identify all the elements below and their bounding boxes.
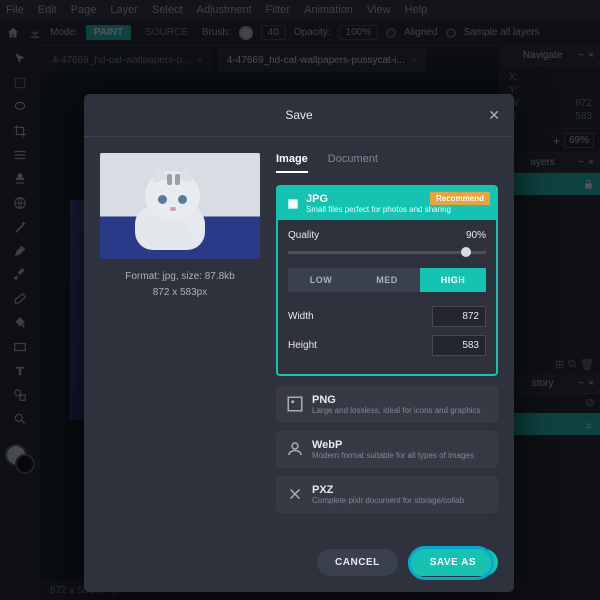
png-subtitle: Large and lossless, ideal for icons and …: [312, 406, 481, 415]
webp-icon: [286, 440, 304, 458]
cancel-button[interactable]: CANCEL: [317, 549, 398, 576]
preview-meta: Format: jpg, size: 87.8kb 872 x 583px: [100, 269, 260, 301]
quality-med[interactable]: MED: [354, 268, 420, 292]
preview-column: Format: jpg, size: 87.8kb 872 x 583px: [100, 153, 260, 521]
save-tabs: Image Document: [276, 153, 498, 173]
close-icon[interactable]: ✕: [488, 107, 500, 124]
format-png[interactable]: PNGLarge and lossless, ideal for icons a…: [276, 386, 498, 423]
height-label: Height: [288, 340, 317, 351]
webp-subtitle: Modern format suitable for all types of …: [312, 451, 474, 460]
quality-label: Quality: [288, 230, 319, 241]
options-column: Image Document JPG Small files perfect f…: [276, 153, 498, 521]
format-webp[interactable]: WebPModern format suitable for all types…: [276, 431, 498, 468]
quality-value: 90%: [466, 230, 486, 241]
save-as-button[interactable]: SAVE AS: [408, 549, 498, 576]
height-input[interactable]: [432, 335, 486, 356]
quality-high[interactable]: HIGH: [420, 268, 486, 292]
save-dialog: Save ✕ Format: jpg, size: 87.8kb 8: [84, 94, 514, 592]
width-input[interactable]: [432, 306, 486, 327]
webp-title: WebP: [312, 439, 474, 451]
dimensions-text: 872 x 583px: [100, 285, 260, 301]
quality-slider[interactable]: [288, 251, 486, 254]
pxz-subtitle: Complete pixlr document for storage/coll…: [312, 496, 464, 505]
width-label: Width: [288, 311, 314, 322]
jpg-icon: [286, 197, 300, 211]
quality-level-group: LOW MED HIGH: [288, 268, 486, 292]
format-pxz[interactable]: PXZComplete pixlr document for storage/c…: [276, 476, 498, 513]
image-preview: [100, 153, 260, 259]
tab-document[interactable]: Document: [328, 153, 378, 173]
format-size-text: Format: jpg, size: 87.8kb: [100, 269, 260, 285]
recommend-badge: Recommend: [430, 192, 490, 205]
dialog-title: Save: [285, 108, 312, 122]
png-icon: [286, 395, 304, 413]
pxz-title: PXZ: [312, 484, 464, 496]
png-title: PNG: [312, 394, 481, 406]
pxz-icon: [286, 485, 304, 503]
dialog-footer: CANCEL SAVE AS: [84, 537, 514, 592]
format-jpg-card[interactable]: JPG Small files perfect for photos and s…: [276, 185, 498, 376]
jpg-subtitle: Small files perfect for photos and shari…: [306, 205, 451, 214]
tab-image[interactable]: Image: [276, 153, 308, 173]
quality-low[interactable]: LOW: [288, 268, 354, 292]
dialog-header: Save ✕: [84, 94, 514, 137]
